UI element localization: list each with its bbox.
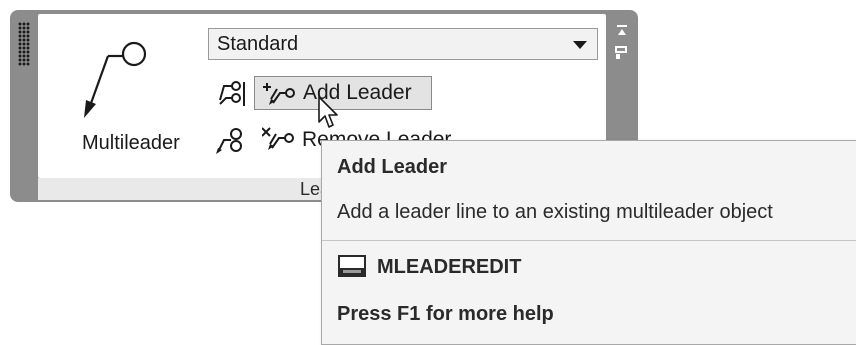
tooltip-description: Add a leader line to an existing multile… — [337, 201, 773, 223]
remove-leader-icon — [262, 127, 294, 150]
add-leader-tooltip: Add Leader Add a leader line to an exist… — [321, 140, 856, 345]
multileader-icon — [84, 41, 147, 118]
pin-panel-icon[interactable] — [614, 24, 630, 38]
mouse-cursor-icon — [318, 96, 338, 128]
multileader-button[interactable]: Multileader — [44, 28, 194, 168]
tooltip-title: Add Leader — [337, 156, 448, 178]
style-dropdown-value: Standard — [217, 33, 299, 55]
tooltip-help-hint: Press F1 for more help — [337, 303, 554, 325]
panel-grip-handle[interactable] — [18, 22, 30, 66]
align-leaders-icon[interactable] — [214, 80, 248, 108]
add-leader-button[interactable]: Add Leader — [254, 76, 432, 110]
command-prompt-icon — [338, 255, 366, 277]
multileader-style-dropdown[interactable]: Standard — [208, 28, 598, 60]
chevron-down-icon — [573, 41, 587, 49]
panel-options-icon[interactable] — [614, 46, 630, 60]
collect-leaders-icon[interactable] — [214, 126, 248, 156]
tooltip-command: MLEADEREDIT — [377, 256, 522, 278]
add-leader-icon — [263, 83, 295, 105]
multileader-label: Multileader — [82, 132, 180, 154]
tooltip-divider — [322, 240, 856, 241]
